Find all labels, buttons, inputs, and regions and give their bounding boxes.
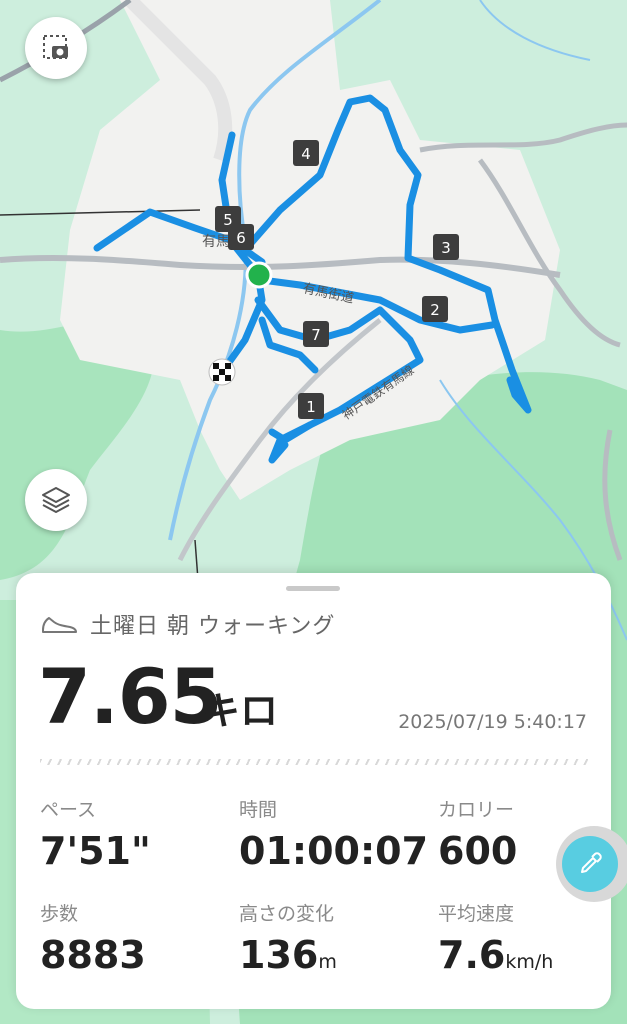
start-point-marker[interactable] xyxy=(245,261,273,289)
distance-unit: キロ xyxy=(202,689,279,733)
stat-avg-speed: 平均速度 7.6km/h xyxy=(438,899,553,984)
stat-label: 歩数 xyxy=(40,903,79,925)
stat-value-row: 7.6km/h xyxy=(438,933,553,984)
stat-steps: 歩数 8883 xyxy=(40,899,146,977)
activity-title: 土曜日 朝 ウォーキング xyxy=(90,614,336,639)
stat-label: カロリー xyxy=(438,799,515,821)
stat-label: 平均速度 xyxy=(438,903,515,925)
finish-flag-icon[interactable] xyxy=(208,358,236,386)
screenshot-icon xyxy=(43,35,68,59)
stat-unit: m xyxy=(318,951,337,973)
stat-value: 136 xyxy=(239,933,319,977)
stat-value: 7.6 xyxy=(438,933,506,977)
activity-datetime: 2025/07/19 5:40:17 xyxy=(398,711,587,733)
stat-calories: カロリー 600 xyxy=(438,795,517,873)
drag-handle[interactable] xyxy=(286,586,340,591)
stat-label: 時間 xyxy=(239,799,278,821)
dropper-icon xyxy=(581,852,602,873)
stat-label: 高さの変化 xyxy=(239,903,335,925)
lap-marker[interactable]: 4 xyxy=(293,140,319,166)
activity-summary-card: 土曜日 朝 ウォーキング 7.65 キロ 2025/07/19 5:40:17 … xyxy=(16,573,611,1009)
lap-marker[interactable]: 2 xyxy=(422,296,448,322)
lap-marker[interactable]: 7 xyxy=(303,321,329,347)
svg-text:6: 6 xyxy=(236,229,246,247)
stat-time: 時間 01:00:07 xyxy=(239,795,428,873)
svg-text:3: 3 xyxy=(441,239,451,257)
layers-icon xyxy=(42,487,70,513)
svg-text:2: 2 xyxy=(430,301,440,319)
layers-button[interactable] xyxy=(25,469,87,531)
stat-elevation: 高さの変化 136m xyxy=(239,899,337,984)
activity-header: 土曜日 朝 ウォーキング xyxy=(40,609,335,639)
lap-marker[interactable]: 3 xyxy=(433,234,459,260)
edit-button[interactable] xyxy=(556,826,627,902)
stat-label: ペース xyxy=(40,799,97,821)
distance-value: 7.65 xyxy=(38,652,223,741)
stat-value: 01:00:07 xyxy=(239,829,429,873)
stat-value-row: 136m xyxy=(239,933,337,984)
edit-button-inner xyxy=(562,836,618,892)
stat-unit: km/h xyxy=(505,951,554,973)
stat-value: 600 xyxy=(438,829,518,873)
lap-marker[interactable]: 6 xyxy=(228,224,254,250)
svg-text:4: 4 xyxy=(301,145,311,163)
divider xyxy=(40,759,588,765)
svg-text:7: 7 xyxy=(311,326,321,344)
shoe-icon xyxy=(42,617,77,633)
stat-value: 7'51" xyxy=(40,829,151,873)
stat-pace: ペース 7'51" xyxy=(40,795,151,873)
stat-value: 8883 xyxy=(40,933,146,977)
lap-marker[interactable]: 1 xyxy=(298,393,324,419)
svg-text:1: 1 xyxy=(306,398,316,416)
screenshot-button[interactable] xyxy=(25,17,87,79)
